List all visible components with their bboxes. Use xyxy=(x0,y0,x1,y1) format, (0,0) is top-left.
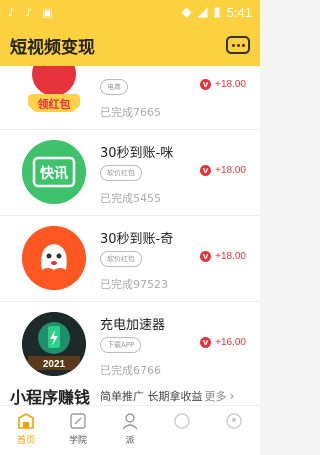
list-item[interactable]: 快讯 30秒到账-咪 软价红包 已完成5455 V +18.00 xyxy=(0,130,260,216)
icon-text: 快讯 xyxy=(40,165,68,182)
status-bar: ♪ ♪ ▣ ◆ ◢ ▮ 5:41 xyxy=(0,0,260,24)
ghost-app-icon xyxy=(22,226,86,290)
item-tag: 下载APP xyxy=(100,337,142,353)
edit-icon xyxy=(70,413,86,429)
item-tag: 电商 xyxy=(100,79,128,95)
app-icon: ▣ xyxy=(42,5,53,19)
tab-profile[interactable] xyxy=(208,406,260,455)
status-time: 5:41 xyxy=(226,4,252,20)
item-completed: 已完成97523 xyxy=(100,278,168,291)
tiktok-icon: ♪ xyxy=(25,5,33,19)
tab-circle[interactable] xyxy=(156,406,208,455)
profile-icon xyxy=(226,413,242,429)
list-item[interactable]: 30秒到账-奇 软价红包 已完成97523 V +18.00 xyxy=(0,216,260,302)
bottom-tab-bar: 首页 学院 派 xyxy=(0,405,260,455)
item-completed: 已完成7665 xyxy=(100,106,161,119)
app-header: 短视频变现 xyxy=(0,24,260,66)
v-badge-icon: V xyxy=(200,165,212,176)
item-tag: 软价红包 xyxy=(100,251,142,267)
circle-icon xyxy=(174,413,190,429)
item-tag: 软价红包 xyxy=(100,165,142,181)
v-badge-icon: V xyxy=(200,251,212,262)
reward-amount: +18.00 xyxy=(215,79,246,90)
more-link[interactable]: 更多 xyxy=(205,388,227,404)
tab-label: 首页 xyxy=(16,436,35,446)
item-reward: V +16.00 xyxy=(200,337,246,348)
tab-label: 派 xyxy=(125,436,135,446)
page-title: 短视频变现 xyxy=(10,37,95,58)
wifi-icon: ◆ xyxy=(181,4,192,20)
v-badge-icon: V xyxy=(200,79,212,90)
item-name: 30秒到账-奇 xyxy=(100,232,174,247)
item-completed: 已完成5455 xyxy=(100,192,161,205)
tab-academy[interactable]: 学院 xyxy=(52,406,104,455)
icon-text: 领红包 xyxy=(37,97,71,111)
charger-app-icon: 2021 xyxy=(22,312,86,376)
reward-amount: +16.00 xyxy=(215,337,246,348)
task-list: 领红包 电商 已完成7665 V +18.00 快讯 30秒到账-咪 软价红包 … xyxy=(0,66,260,388)
tab-label: 学院 xyxy=(68,436,87,446)
chevron-right-icon[interactable]: › xyxy=(230,389,235,403)
red-packet-app-icon: 领红包 xyxy=(22,66,86,118)
item-reward: V +18.00 xyxy=(200,165,246,176)
reward-amount: +18.00 xyxy=(215,165,246,176)
signal-icon: ◢ xyxy=(197,4,208,20)
tab-dispatch[interactable]: 派 xyxy=(104,406,156,455)
task-list-container[interactable]: 领红包 电商 已完成7665 V +18.00 快讯 30秒到账-咪 软价红包 … xyxy=(0,66,260,421)
reward-amount: +18.00 xyxy=(215,251,246,262)
section-subtitle: 简单推广 长期拿收益 xyxy=(100,390,203,403)
user-icon xyxy=(122,413,138,430)
icon-text: 2021 xyxy=(43,359,66,370)
more-dots-icon[interactable] xyxy=(226,36,250,54)
home-icon xyxy=(18,413,34,429)
item-reward: V +18.00 xyxy=(200,79,246,90)
battery-icon: ▮ xyxy=(213,4,221,20)
item-name: 30秒到账-咪 xyxy=(100,146,174,161)
tiktok-icon: ♪ xyxy=(8,5,16,19)
kuaixun-app-icon: 快讯 xyxy=(22,140,86,204)
tab-home[interactable]: 首页 xyxy=(0,406,52,455)
v-badge-icon: V xyxy=(200,337,212,348)
item-name: 充电加速器 xyxy=(100,318,166,333)
item-reward: V +18.00 xyxy=(200,251,246,262)
list-item[interactable]: 领红包 电商 已完成7665 V +18.00 xyxy=(0,66,260,130)
